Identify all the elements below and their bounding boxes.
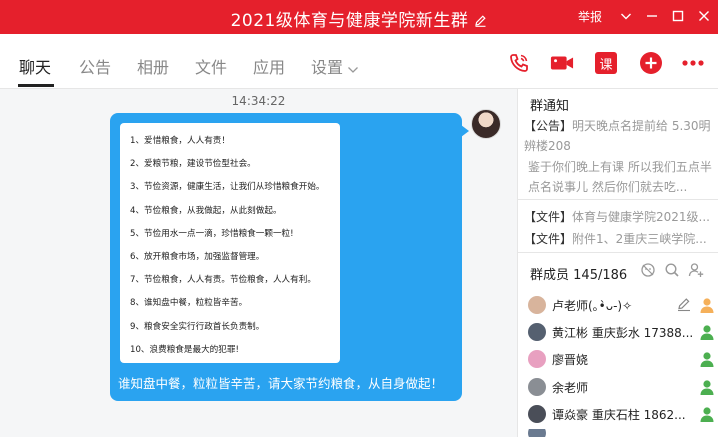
member-avatar [528, 323, 546, 341]
group-notice-title: 群通知 [530, 99, 570, 114]
report-button[interactable]: 举报 [578, 6, 602, 26]
tab-settings[interactable]: 设置 [311, 54, 343, 78]
members-header: 群成员 145/186 [530, 264, 627, 283]
file-item[interactable]: 【文件】体育与健康学院2021级... [524, 208, 718, 225]
tab-chat[interactable]: 聊天 [19, 54, 51, 78]
divider [518, 199, 718, 200]
members-tools [640, 262, 704, 282]
image-card[interactable]: 1、爱惜粮食，人人有责！ 2、爱粮节粮，建设节俭型社会。 3、节俭资源，健康生活… [120, 123, 340, 363]
members-count: 145/186 [573, 268, 628, 283]
chat-area[interactable]: 14:34:22 1、爱惜粮食，人人有责！ 2、爱粮节粮，建设节俭型社会。 3、… [0, 89, 517, 437]
member-badge-icon [698, 323, 716, 341]
member-item[interactable]: 卢老师(｡•̀ᴗ-)✧ [528, 294, 716, 316]
group-notice[interactable]: 【公告】明天晚点名提前给 5.30明辨楼208 [524, 116, 716, 156]
active-tab-indicator [18, 84, 54, 87]
file-tag: 【文件】 [524, 210, 573, 224]
tab-apps[interactable]: 应用 [253, 54, 285, 78]
notice-tag: 【公告】 [524, 119, 573, 133]
member-avatar [528, 350, 546, 368]
member-item[interactable]: 谭焱豪 重庆石柱 1862... [528, 403, 716, 425]
file-item[interactable]: 【文件】附件1、2重庆三峡学院... [524, 230, 718, 247]
window-title: 2021级体育与健康学院新生群 [230, 11, 469, 31]
card-line: 10、浪费粮食是最大的犯罪! [130, 344, 239, 355]
course-button[interactable]: 课 [595, 52, 617, 74]
tab-files[interactable]: 文件 [195, 54, 227, 78]
divider [518, 252, 718, 253]
close-icon[interactable] [698, 6, 710, 26]
window-controls: 举报 [578, 6, 710, 26]
member-name: 余老师 [552, 380, 589, 395]
notice-text-2: 鉴于你们晚上有课 所以我们五点半点名说事儿 然后你们就去吃... [528, 160, 712, 194]
right-panel: 群通知 【公告】明天晚点名提前给 5.30明辨楼208 鉴于你们晚上有课 所以我… [517, 89, 718, 437]
message-text: 谁知盘中餐，粒粒皆辛苦，请大家节约粮食，从自身做起！ [118, 376, 444, 391]
card-line: 4、节俭粮食，从我做起，从此刻做起。 [130, 205, 282, 216]
add-icon[interactable] [639, 51, 663, 75]
member-item[interactable]: 余老师 [528, 376, 716, 398]
file-tag: 【文件】 [524, 232, 573, 246]
member-item[interactable]: 黄江彬 重庆彭水 17388... [528, 321, 716, 343]
owner-badge-icon [698, 296, 716, 314]
more-icon[interactable] [681, 51, 705, 75]
message-timestamp: 14:34:22 [231, 94, 286, 108]
sender-avatar[interactable] [471, 109, 501, 139]
edit-title-icon[interactable] [474, 12, 487, 32]
card-line: 8、谁知盘中餐，粒粒皆辛苦。 [130, 298, 248, 309]
card-line: 9、粮食安全实行行政首长负责制。 [130, 321, 265, 332]
member-name: 黄江彬 重庆彭水 17388... [552, 325, 694, 340]
chevron-down-icon[interactable] [620, 6, 632, 26]
member-avatar [528, 378, 546, 396]
member-avatar [528, 405, 546, 423]
title-bar: 2021级体育与健康学院新生群 举报 [0, 0, 718, 34]
edit-member-icon[interactable] [676, 296, 694, 314]
member-item-partial[interactable] [528, 429, 716, 437]
tab-album[interactable]: 相册 [137, 54, 169, 78]
card-line: 1、爱惜粮食，人人有责！ [130, 136, 230, 146]
search-icon[interactable] [664, 262, 680, 282]
member-avatar [528, 296, 546, 314]
member-badge-icon [698, 350, 716, 368]
card-line: 7、节俭粮食，人人有责。节俭粮食，人人有利。 [130, 275, 316, 286]
minimize-icon[interactable] [646, 6, 658, 26]
card-line: 6、放开粮食市场，加强监督管理。 [130, 251, 265, 262]
file-name: 附件1、2重庆三峡学院... [572, 232, 707, 246]
member-name: 谭焱豪 重庆石柱 1862... [552, 407, 686, 422]
card-line: 3、节俭资源，健康生活，让我们从珍惜粮食开始。 [130, 182, 325, 193]
settings-chevron-icon[interactable] [347, 59, 359, 78]
tab-bar: 聊天 公告 相册 文件 应用 设置 课 [0, 34, 718, 89]
member-avatar [528, 429, 546, 437]
tab-announcement[interactable]: 公告 [79, 54, 111, 78]
card-line: 5、节俭用水一点一滴，珍惜粮食一颗一粒! [130, 228, 294, 239]
message-bubble[interactable]: 1、爱惜粮食，人人有责！ 2、爱粮节粮，建设节俭型社会。 3、节俭资源，健康生活… [110, 113, 469, 401]
member-item[interactable]: 廖晋娆 [528, 348, 716, 370]
member-name: 廖晋娆 [552, 352, 589, 367]
video-call-icon[interactable] [550, 51, 574, 75]
member-mute-icon[interactable] [640, 262, 656, 282]
group-notice-more[interactable]: 鉴于你们晚上有课 所以我们五点半点名说事儿 然后你们就去吃... [528, 157, 718, 197]
member-badge-icon [698, 378, 716, 396]
member-badge-icon [698, 405, 716, 423]
member-name: 卢老师(｡•̀ᴗ-)✧ [552, 298, 633, 313]
card-line: 2、爱粮节粮，建设节俭型社会。 [130, 159, 256, 170]
phone-icon[interactable] [507, 51, 531, 75]
maximize-icon[interactable] [672, 6, 684, 26]
add-member-icon[interactable] [688, 262, 704, 282]
members-label: 群成员 [530, 268, 570, 283]
file-name: 体育与健康学院2021级... [572, 210, 710, 224]
